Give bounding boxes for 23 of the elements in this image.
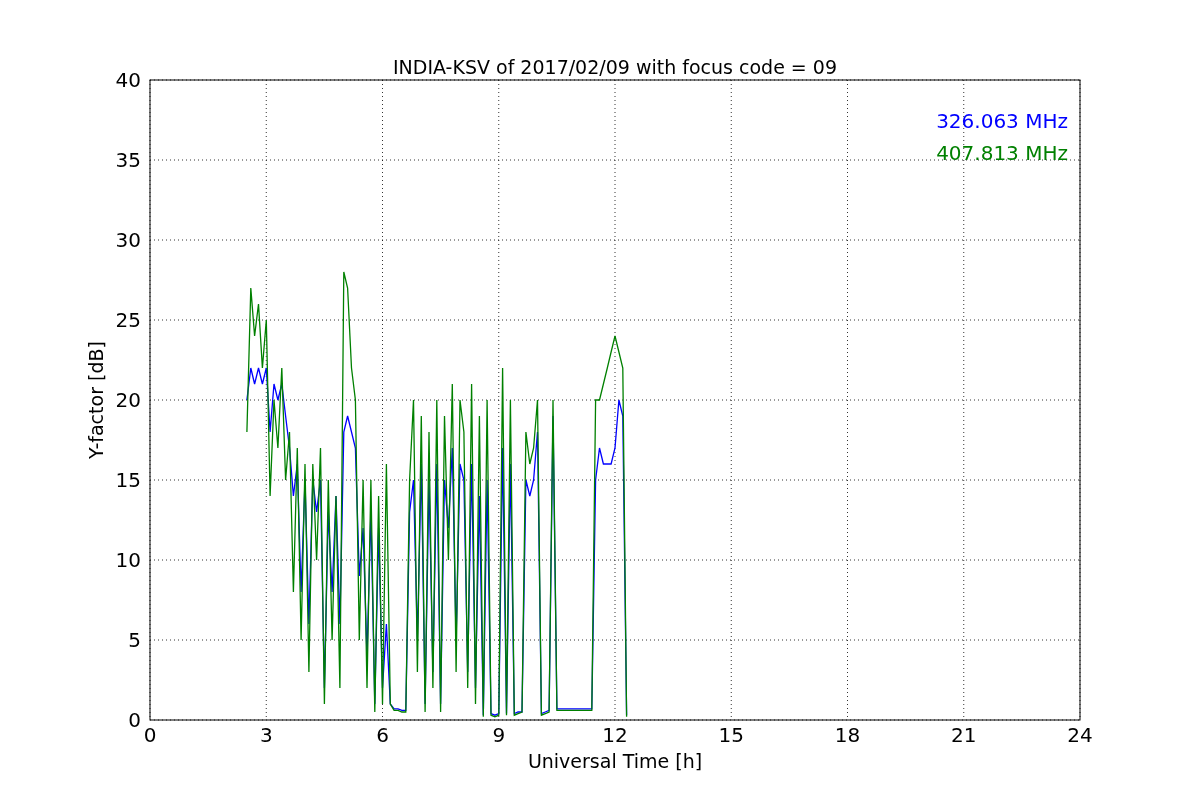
tick-label: 24 [1067,723,1093,747]
tick-label: 21 [951,723,977,747]
tick-label: 10 [115,548,141,572]
tick-label: 18 [834,723,861,747]
tick-label: 12 [602,723,628,747]
y-axis-label: Y-factor [dB] [85,341,107,459]
chart-title: INDIA-KSV of 2017/02/09 with focus code = 09 [393,56,837,78]
tick-label: 40 [115,68,141,92]
tick-label: 0 [128,708,141,732]
tick-label: 25 [115,308,141,332]
legend-label: 326.063 MHz [936,109,1068,133]
tick-label: 15 [115,468,141,492]
tick-label: 35 [115,148,141,172]
legend-label: 407.813 MHz [936,141,1068,165]
tick-label: 0 [143,723,157,747]
tick-label: 9 [492,723,506,747]
tick-label: 15 [718,723,744,747]
tick-label: 30 [115,228,141,252]
tick-label: 3 [259,723,273,747]
tick-label: 5 [128,628,141,652]
tick-label: 20 [115,388,141,412]
x-axis-label: Universal Time [h] [527,750,703,772]
tick-label: 6 [376,723,389,747]
